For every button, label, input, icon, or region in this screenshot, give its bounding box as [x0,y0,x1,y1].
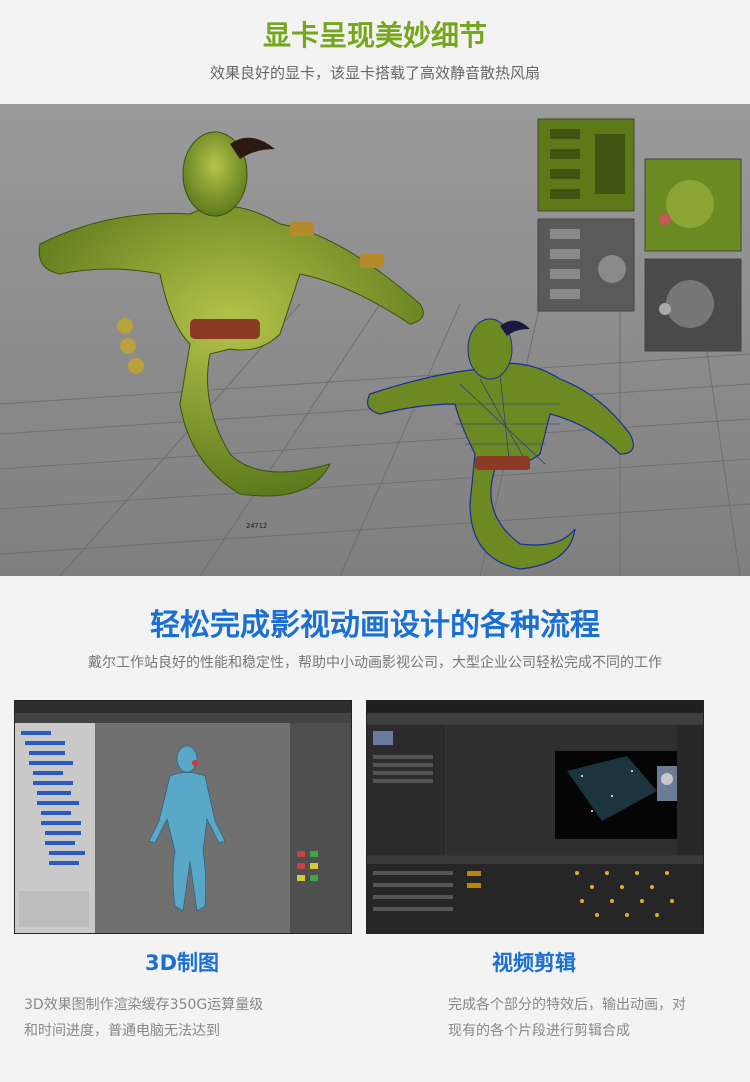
video-editing-screenshot [366,700,704,934]
feature-description-3d: 3D效果图制作渲染缓存350G运算量级 和时间进度，普通电脑无法达到 [24,992,324,1044]
feature-description-line: 现有的各个片段进行剪辑合成 [448,1023,630,1039]
3d-software-ui [15,701,351,933]
feature-caption-video: 视频剪辑 [492,951,576,975]
section-subtitle-workflow: 戴尔工作站良好的性能和稳定性，帮助中小动画影视公司，大型企业公司轻松完成不同的工… [88,655,662,671]
section-subtitle-graphics: 效果良好的显卡，该显卡搭载了高效静音散热风扇 [209,64,540,82]
3d-viewport-image: 24712 [0,104,750,576]
feature-description-line: 完成各个部分的特效后，输出动画，对 [448,997,686,1013]
section-title-workflow: 轻松完成影视动画设计的各种流程 [150,608,600,643]
feature-description-video: 完成各个部分的特效后，输出动画，对 现有的各个片段进行剪辑合成 [448,992,740,1044]
viewport-label: 24712 [246,522,267,530]
video-software-ui [367,701,703,933]
feature-caption-3d: 3D制图 [144,951,220,975]
feature-description-line: 3D效果图制作渲染缓存350G运算量级 [24,997,264,1013]
3d-modeling-screenshot [14,700,352,934]
section-title-graphics: 显卡呈现美妙细节 [262,19,487,52]
feature-description-line: 和时间进度，普通电脑无法达到 [24,1023,220,1039]
viewport-scene: 24712 [0,104,750,576]
section-graphics: 显卡呈现美妙细节 效果良好的显卡，该显卡搭载了高效静音散热风扇 [0,0,750,104]
